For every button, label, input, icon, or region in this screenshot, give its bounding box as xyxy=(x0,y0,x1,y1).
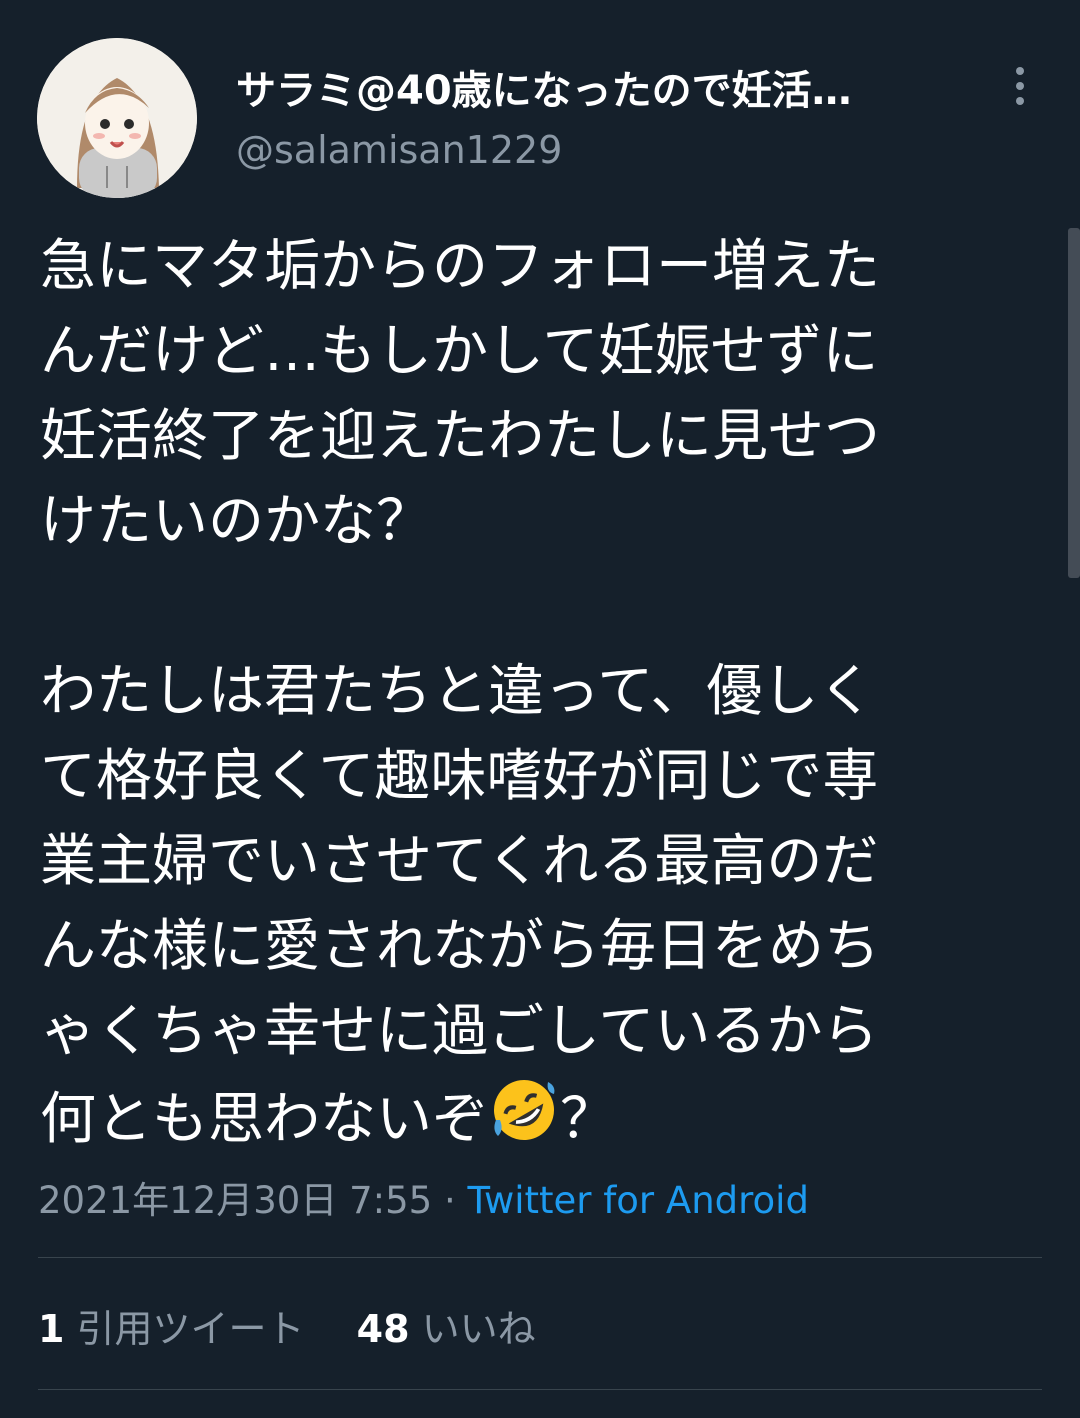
tweet-line: ゃくちゃ幸せに過ごしているから xyxy=(40,999,879,1064)
tweet-line: んだけど…もしかして妊娠せずに xyxy=(40,319,879,384)
more-dot-icon xyxy=(1016,82,1024,90)
tweet-line-text: 何とも思わないぞ xyxy=(40,1087,488,1152)
user-handle[interactable]: @salamisan1229 xyxy=(236,128,562,172)
display-name[interactable]: サラミ@40歳になったので妊活… xyxy=(236,58,976,116)
likes-stat[interactable]: 48 いいね xyxy=(357,1307,536,1351)
rolling-on-floor-laughing-icon xyxy=(488,1074,560,1146)
avatar-illustration-icon xyxy=(37,38,197,198)
more-dot-icon xyxy=(1016,97,1024,105)
more-dot-icon xyxy=(1016,67,1024,75)
tweet-line: 妊活終了を迎えたわたしに見せつ xyxy=(40,404,880,469)
tweet-line-end: ？ xyxy=(560,1087,616,1152)
tweet-text: 急にマタ垢からのフォロー増えた んだけど…もしかして妊娠せずに 妊活終了を迎えた… xyxy=(40,224,1040,1162)
meta-separator: · xyxy=(443,1179,456,1222)
tweet-line: けたいのかな？ xyxy=(40,489,432,554)
tweet-line: んな様に愛されながら毎日をめち xyxy=(40,914,880,979)
avatar[interactable] xyxy=(37,38,197,198)
more-options-button[interactable] xyxy=(1002,62,1038,110)
source-link[interactable]: Twitter for Android xyxy=(467,1179,808,1222)
tweet-line: 何とも思わないぞ ？ xyxy=(40,1074,1040,1162)
like-label: いいね xyxy=(421,1307,536,1351)
quote-tweets-stat[interactable]: 1 引用ツイート xyxy=(38,1307,305,1351)
quote-count: 1 xyxy=(38,1307,65,1351)
like-count: 48 xyxy=(356,1307,410,1351)
tweet-line: 急にマタ垢からのフォロー増えた xyxy=(40,234,880,299)
scrollbar[interactable] xyxy=(1068,228,1080,578)
quote-label: 引用ツイート xyxy=(76,1307,305,1351)
tweet-stats: 1 引用ツイート 48 いいね xyxy=(38,1298,576,1353)
tweet-line: 業主婦でいさせてくれる最高のだ xyxy=(40,829,879,894)
divider xyxy=(38,1389,1042,1390)
tweet-line: て格好良くて趣味嗜好が同じで専 xyxy=(40,744,879,809)
tweet-line: わたしは君たちと違って、優しく xyxy=(40,659,875,724)
divider xyxy=(38,1257,1042,1258)
tweet-meta: 2021年12月30日 7:55 · Twitter for Android xyxy=(38,1170,809,1224)
timestamp[interactable]: 2021年12月30日 7:55 xyxy=(38,1179,432,1222)
